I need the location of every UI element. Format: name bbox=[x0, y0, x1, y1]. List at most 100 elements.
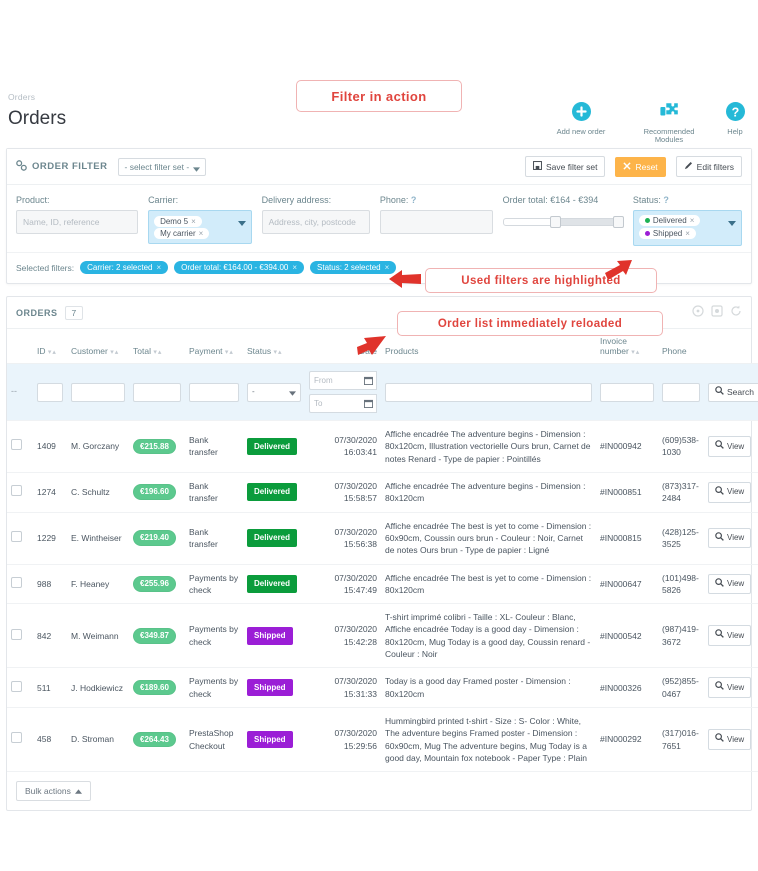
col-payment[interactable]: Payment ▾▴ bbox=[185, 329, 243, 364]
carrier-tag-0[interactable]: Demo 5 × bbox=[154, 216, 202, 227]
chevron-down-icon[interactable] bbox=[237, 217, 246, 229]
col-total[interactable]: Total ▾▴ bbox=[129, 329, 185, 364]
row-checkbox[interactable] bbox=[11, 530, 22, 542]
add-new-order-button[interactable]: Add new order bbox=[542, 102, 620, 136]
help-hint-icon[interactable]: ? bbox=[411, 195, 417, 205]
sort-arrows-icon[interactable]: ▾▴ bbox=[48, 349, 57, 356]
view-order-button[interactable]: View bbox=[708, 527, 752, 549]
cell-date: 07/30/2020 15:56:38 bbox=[305, 512, 381, 565]
cell-customer: M. Weimann bbox=[67, 603, 129, 669]
view-order-button[interactable]: View bbox=[708, 625, 752, 647]
row-checkbox[interactable] bbox=[11, 576, 22, 588]
col-invoice-label: Invoice number bbox=[600, 336, 629, 356]
cell-select bbox=[7, 603, 33, 669]
status-tag-shipped[interactable]: Shipped × bbox=[638, 228, 696, 239]
cell-status: Delivered bbox=[243, 512, 305, 565]
search-button-label: Search bbox=[727, 386, 754, 397]
carrier-filter-select[interactable]: Demo 5 × My carrier × bbox=[148, 210, 252, 244]
sort-arrows-icon[interactable]: ▾▴ bbox=[631, 349, 640, 356]
phone-filter-input[interactable] bbox=[379, 210, 493, 234]
carrier-tag-1[interactable]: My carrier × bbox=[154, 228, 210, 239]
remove-icon[interactable]: × bbox=[199, 229, 204, 238]
save-filter-set-button[interactable]: Save filter set bbox=[524, 156, 606, 177]
view-order-button[interactable]: View bbox=[708, 436, 752, 457]
filter-field-carrier: Carrier: Demo 5 × My carrier × bbox=[148, 195, 252, 246]
row-checkbox[interactable] bbox=[11, 628, 22, 640]
search-date-from[interactable]: From bbox=[309, 371, 377, 390]
row-checkbox[interactable] bbox=[11, 680, 22, 692]
search-plus-icon bbox=[715, 629, 724, 642]
col-status-label: Status bbox=[247, 346, 272, 356]
search-input-id[interactable] bbox=[37, 382, 63, 402]
search-button[interactable]: Search bbox=[708, 382, 758, 402]
cell-products: Affiche encadrée The best is yet to come… bbox=[381, 512, 596, 565]
refresh-icon[interactable] bbox=[730, 305, 742, 320]
selected-filter-pill-order-total[interactable]: Order total: €164.00 - €394.00 × bbox=[174, 261, 305, 274]
table-row[interactable]: 1229 E. Wintheiser €219.40 Bank transfer Del… bbox=[7, 512, 758, 565]
table-row[interactable]: 458 D. Stroman €264.43 PrestaShop Checkout S… bbox=[7, 707, 758, 773]
view-order-button[interactable]: View bbox=[708, 481, 752, 503]
cell-id: 1274 bbox=[33, 472, 67, 513]
col-status[interactable]: Status ▾▴ bbox=[243, 329, 305, 364]
remove-icon[interactable]: × bbox=[690, 216, 695, 225]
search-input-customer[interactable] bbox=[71, 382, 125, 402]
table-row[interactable]: 511 J. Hodkiewicz €189.60 Payments by check… bbox=[7, 667, 758, 708]
sort-arrows-icon[interactable]: ▾▴ bbox=[110, 349, 119, 356]
bulk-actions-button[interactable]: Bulk actions bbox=[16, 781, 91, 802]
sort-arrows-icon[interactable]: ▾▴ bbox=[225, 349, 234, 356]
recommended-modules-button[interactable]: Recommended Modules bbox=[630, 102, 708, 145]
cell-customer: J. Hodkiewicz bbox=[67, 667, 129, 708]
search-date-to[interactable]: To bbox=[309, 394, 377, 413]
help-button[interactable]: ? Help bbox=[718, 102, 752, 136]
status-tag-delivered[interactable]: Delivered × bbox=[638, 215, 701, 226]
table-row[interactable]: 1409 M. Gorczany €215.88 Bank transfer Deliv… bbox=[7, 420, 758, 473]
calendar-icon[interactable] bbox=[360, 394, 377, 413]
order-total-slider-max-handle[interactable] bbox=[612, 216, 624, 228]
reset-filters-button[interactable]: Reset bbox=[615, 156, 666, 177]
search-select-status[interactable]: - bbox=[247, 382, 301, 402]
search-input-phone[interactable] bbox=[662, 382, 700, 402]
calendar-icon[interactable] bbox=[360, 371, 377, 390]
table-row[interactable]: 842 M. Weimann €349.87 Payments by check Shi… bbox=[7, 603, 758, 669]
col-id[interactable]: ID ▾▴ bbox=[33, 329, 67, 364]
search-input-payment[interactable] bbox=[189, 382, 239, 402]
search-input-invoice[interactable] bbox=[600, 382, 654, 402]
delivery-address-filter-input[interactable]: Address, city, postcode bbox=[261, 210, 370, 234]
order-total-slider-track[interactable] bbox=[502, 216, 624, 228]
remove-icon[interactable]: × bbox=[191, 217, 196, 226]
row-checkbox[interactable] bbox=[11, 439, 22, 451]
help-circle-icon[interactable] bbox=[692, 305, 704, 320]
table-row[interactable]: 1274 C. Schultz €196.60 Bank transfer Delive… bbox=[7, 472, 758, 513]
view-order-button[interactable]: View bbox=[708, 677, 752, 698]
table-row[interactable]: 988 F. Heaney €255.96 Payments by check Deli… bbox=[7, 564, 758, 605]
remove-icon[interactable]: × bbox=[156, 263, 161, 272]
order-total-slider[interactable] bbox=[502, 210, 624, 234]
help-hint-icon[interactable]: ? bbox=[663, 195, 669, 205]
remove-icon[interactable]: × bbox=[292, 263, 297, 272]
order-filter-panel: ORDER FILTER - select filter set - Save … bbox=[6, 148, 752, 284]
cell-phone: (873)317-2484 bbox=[658, 472, 704, 513]
selected-filter-pill-status[interactable]: Status: 2 selected × bbox=[310, 261, 397, 274]
status-filter-select[interactable]: Delivered × Shipped × bbox=[632, 210, 743, 246]
order-total-slider-min-handle[interactable] bbox=[549, 216, 561, 228]
view-order-button[interactable]: View bbox=[708, 729, 752, 750]
col-customer[interactable]: Customer ▾▴ bbox=[67, 329, 129, 364]
selected-filter-pill-carrier[interactable]: Carrier: 2 selected × bbox=[80, 261, 169, 274]
edit-filters-button[interactable]: Edit filters bbox=[675, 156, 742, 177]
product-filter-input[interactable]: Name, ID, reference bbox=[16, 210, 139, 234]
chevron-down-icon[interactable] bbox=[728, 217, 737, 229]
remove-icon[interactable]: × bbox=[685, 229, 690, 238]
filter-set-select[interactable]: - select filter set - bbox=[117, 157, 207, 176]
cell-id: 988 bbox=[33, 564, 67, 605]
view-order-button[interactable]: View bbox=[708, 573, 752, 595]
sort-arrows-icon[interactable]: ▾▴ bbox=[153, 349, 162, 356]
row-checkbox[interactable] bbox=[11, 485, 22, 497]
sort-arrows-icon[interactable]: ▾▴ bbox=[273, 349, 282, 356]
annotation-arrow-left bbox=[388, 268, 422, 293]
cell-date-day: 07/30/2020 bbox=[334, 676, 377, 687]
cell-phone: (428)125-3525 bbox=[658, 512, 704, 565]
search-input-products[interactable] bbox=[385, 382, 592, 402]
export-icon[interactable] bbox=[711, 305, 723, 320]
row-checkbox[interactable] bbox=[11, 732, 22, 744]
search-input-total[interactable] bbox=[133, 382, 181, 402]
